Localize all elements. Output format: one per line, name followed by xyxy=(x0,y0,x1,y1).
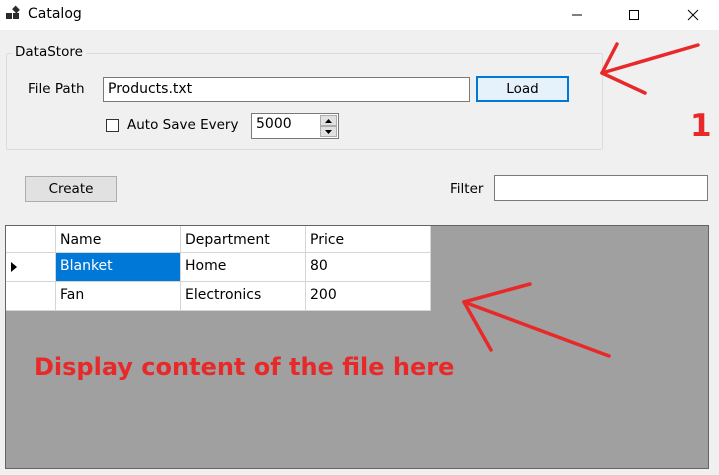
annotation-caption: Display content of the file here xyxy=(34,353,455,381)
annotation-arrow-load-head-lower xyxy=(600,71,647,95)
annotation-arrow-grid-head-upper xyxy=(462,282,532,304)
annotation-number: 1 xyxy=(690,108,712,144)
annotation-arrows xyxy=(462,42,700,358)
annotation-arrow-load-shaft xyxy=(600,43,700,75)
annotation-arrow-grid-shaft xyxy=(462,300,611,358)
